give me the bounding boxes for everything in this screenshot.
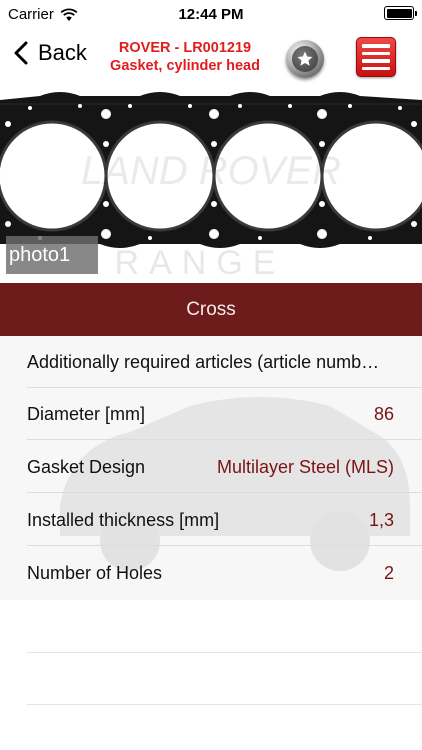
nav-title: ROVER - LR001219 Gasket, cylinder head bbox=[96, 39, 274, 75]
nav-title-part-number: ROVER - LR001219 bbox=[118, 40, 252, 56]
photo-label: photo1 bbox=[6, 236, 98, 274]
detail-row[interactable]: Installed thickness [mm] 1,3 bbox=[0, 494, 422, 546]
battery-icon bbox=[384, 6, 417, 20]
details-list: Additionally required articles (article … bbox=[0, 336, 422, 750]
detail-value: 1,3 bbox=[368, 510, 394, 530]
row-divider bbox=[27, 492, 422, 493]
empty-row-divider bbox=[27, 704, 422, 705]
battery-fill bbox=[386, 8, 412, 18]
detail-label: Additionally required articles (article … bbox=[27, 352, 380, 372]
back-button[interactable]: Back bbox=[14, 40, 87, 66]
menu-button[interactable] bbox=[356, 37, 396, 77]
battery-group bbox=[384, 6, 417, 20]
empty-row-divider bbox=[27, 652, 422, 653]
back-label: Back bbox=[38, 40, 87, 65]
hamburger-menu-icon bbox=[362, 44, 390, 48]
detail-row[interactable]: Gasket Design Multilayer Steel (MLS) bbox=[0, 441, 422, 493]
detail-label: Installed thickness [mm] bbox=[27, 510, 220, 530]
detail-label: Diameter [mm] bbox=[27, 404, 146, 424]
detail-row[interactable]: Additionally required articles (article … bbox=[0, 336, 422, 388]
detail-row[interactable]: Number of Holes 2 bbox=[0, 547, 422, 599]
detail-row[interactable]: Diameter [mm] 86 bbox=[0, 388, 422, 440]
chevron-left-icon bbox=[14, 41, 28, 65]
detail-value: 86 bbox=[373, 404, 394, 424]
detail-value: 2 bbox=[383, 563, 394, 583]
detail-value: Multilayer Steel (MLS) bbox=[216, 457, 394, 477]
navigation-bar: Back ROVER - LR001219 Gasket, cylinder h… bbox=[0, 32, 422, 84]
watermark-model: RANGE bbox=[115, 244, 286, 282]
menu-line bbox=[362, 66, 390, 70]
menu-line bbox=[362, 59, 390, 63]
row-divider bbox=[27, 545, 422, 546]
status-time: 12:44 PM bbox=[178, 6, 244, 23]
nav-title-part-name: Gasket, cylinder head bbox=[110, 58, 260, 74]
detail-label: Gasket Design bbox=[27, 457, 146, 477]
menu-line bbox=[362, 51, 390, 55]
detail-label: Number of Holes bbox=[27, 563, 163, 583]
favorite-button[interactable] bbox=[286, 40, 324, 78]
row-divider bbox=[27, 439, 422, 440]
cross-button[interactable]: Cross bbox=[0, 283, 422, 336]
watermark-brand: LAND ROVER bbox=[81, 149, 341, 193]
star-icon bbox=[292, 46, 318, 72]
status-bar: Carrier 12:44 PM bbox=[0, 0, 422, 32]
